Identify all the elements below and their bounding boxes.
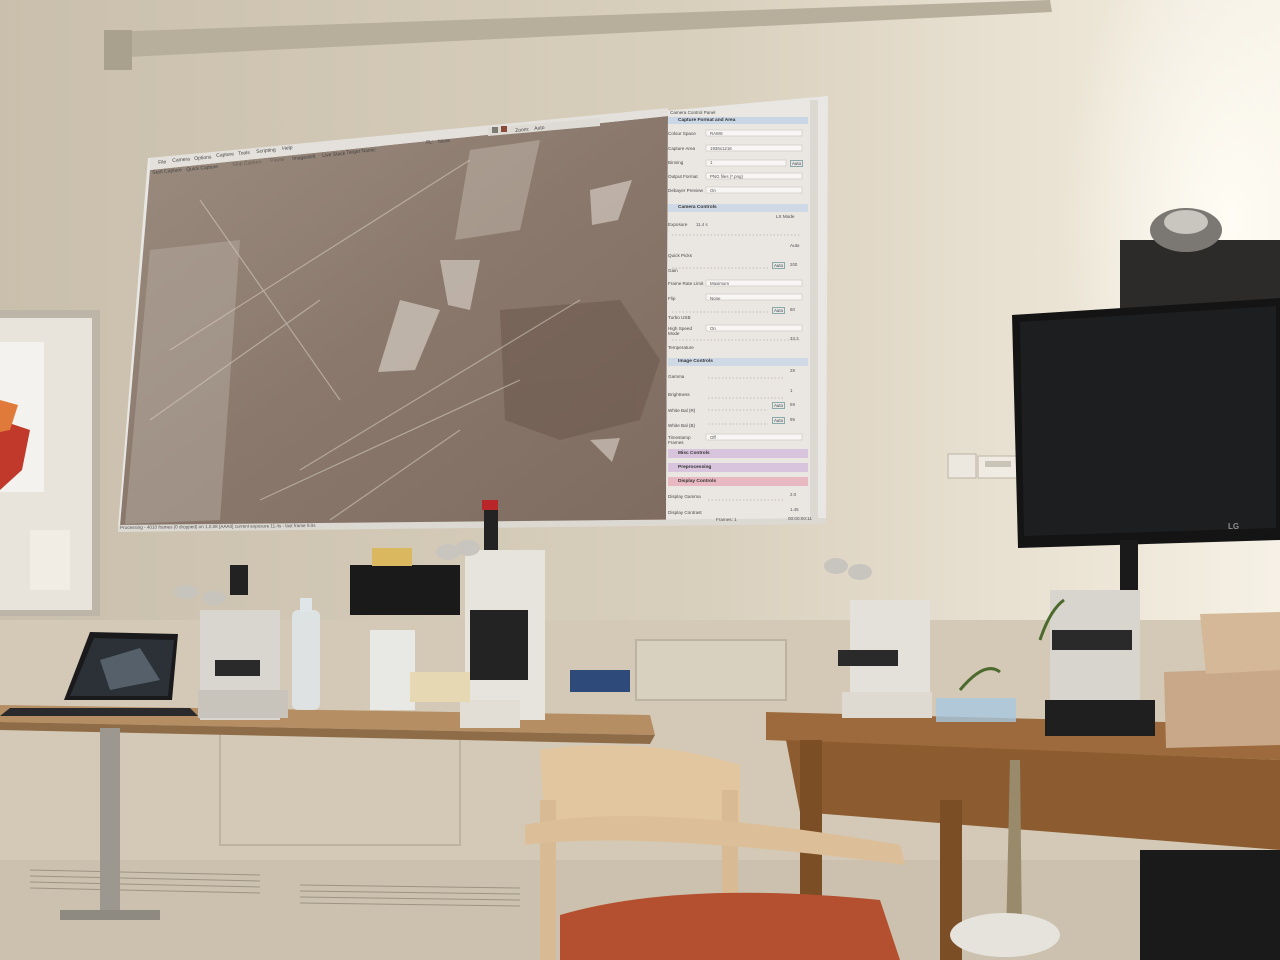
gamma-label: Gamma xyxy=(668,374,685,379)
binning-value: 1 xyxy=(710,160,713,165)
gamma-value: 28 xyxy=(790,368,795,373)
debayer-preview-value: On xyxy=(710,188,716,193)
section-display-controls: Display Controls xyxy=(678,479,717,484)
frame-rate-value: Maximum xyxy=(710,281,730,286)
temperature-value: 33.3 xyxy=(790,336,799,341)
high-speed-mode-value: On xyxy=(710,326,716,331)
panel-title: Camera Control Panel xyxy=(670,110,716,115)
output-format-value: PNG files (*.png) xyxy=(710,174,743,179)
binning-label: Binning xyxy=(668,160,684,165)
white-bal-r-auto-button[interactable]: Auto xyxy=(772,402,786,409)
output-format-label: Output Format xyxy=(668,174,698,179)
menu-help: Help xyxy=(282,145,293,152)
exposure-label: Exposure xyxy=(668,222,688,227)
section-image-controls: Image Controls xyxy=(678,359,713,364)
quick-picks-label: Quick Picks xyxy=(668,253,692,258)
binning-auto-button[interactable]: Auto xyxy=(790,160,804,167)
white-bal-r-value: 59 xyxy=(790,402,795,407)
turbo-value: 80 xyxy=(790,307,795,312)
colour-space-label: Colour Space xyxy=(668,131,696,136)
section-camera-controls: Camera Controls xyxy=(678,205,717,210)
status-time: 00:00:00:11 xyxy=(788,516,812,521)
white-bal-r-label: White Bal (R) xyxy=(668,408,696,413)
turbo-auto-button[interactable]: Auto xyxy=(772,307,786,314)
flip-label: Flip xyxy=(668,296,676,301)
white-bal-b-auto-button[interactable]: Auto xyxy=(772,417,786,424)
menu-file: File xyxy=(158,159,167,166)
tv-brand-logo: LG xyxy=(1228,522,1240,531)
turbo-usb-label: Turbo USB xyxy=(668,315,691,320)
flip-value: None xyxy=(710,296,721,301)
section-misc-controls: Misc Controls xyxy=(678,451,710,456)
white-bal-b-label: White Bal (B) xyxy=(668,423,696,428)
display-contrast-value: 1.45 xyxy=(790,507,799,512)
debayer-preview-label: Debayer Preview xyxy=(668,188,703,193)
capture-area-label: Capture Area xyxy=(668,146,696,151)
lx-mode-label: LX Mode xyxy=(776,214,795,219)
display-gamma-value: 2.0 xyxy=(790,492,797,497)
colour-space-value: RAW8 xyxy=(710,131,723,136)
zoom-value: Auto xyxy=(534,125,545,132)
menu-tools: Tools xyxy=(238,149,251,157)
timestamp-frames-label: Timestamp Frames xyxy=(668,435,691,445)
temperature-label: Temperature xyxy=(668,345,694,350)
status-frames: Frames: 1 xyxy=(716,517,737,522)
capture-area-value: 1936x1216 xyxy=(710,146,732,151)
fl-value: None xyxy=(438,137,451,145)
photo-scene: File Camera Options Capture Tools Script… xyxy=(0,0,1280,960)
gain-auto-button[interactable]: Auto xyxy=(772,262,786,269)
display-contrast-label: Display Contrast xyxy=(668,510,702,515)
brightness-label: Brightness xyxy=(668,392,690,397)
brightness-value: 1 xyxy=(790,388,793,393)
display-gamma-label: Display Gamma xyxy=(668,494,701,499)
exposure-auto-label: Auto xyxy=(790,243,800,248)
frame-rate-label: Frame Rate Limit xyxy=(668,281,704,286)
gain-value: 200 xyxy=(790,262,798,267)
fl-label: FL: xyxy=(426,139,434,146)
high-speed-mode-label: High Speed Mode xyxy=(668,326,693,336)
exposure-value: 11.4 s xyxy=(696,222,708,227)
section-capture-format: Capture Format and Area xyxy=(678,118,736,123)
section-preprocessing: Preprocessing xyxy=(678,465,712,470)
white-bal-b-value: 95 xyxy=(790,417,795,422)
gain-label: Gain xyxy=(668,268,678,273)
timestamp-frames-value: Off xyxy=(710,435,716,440)
